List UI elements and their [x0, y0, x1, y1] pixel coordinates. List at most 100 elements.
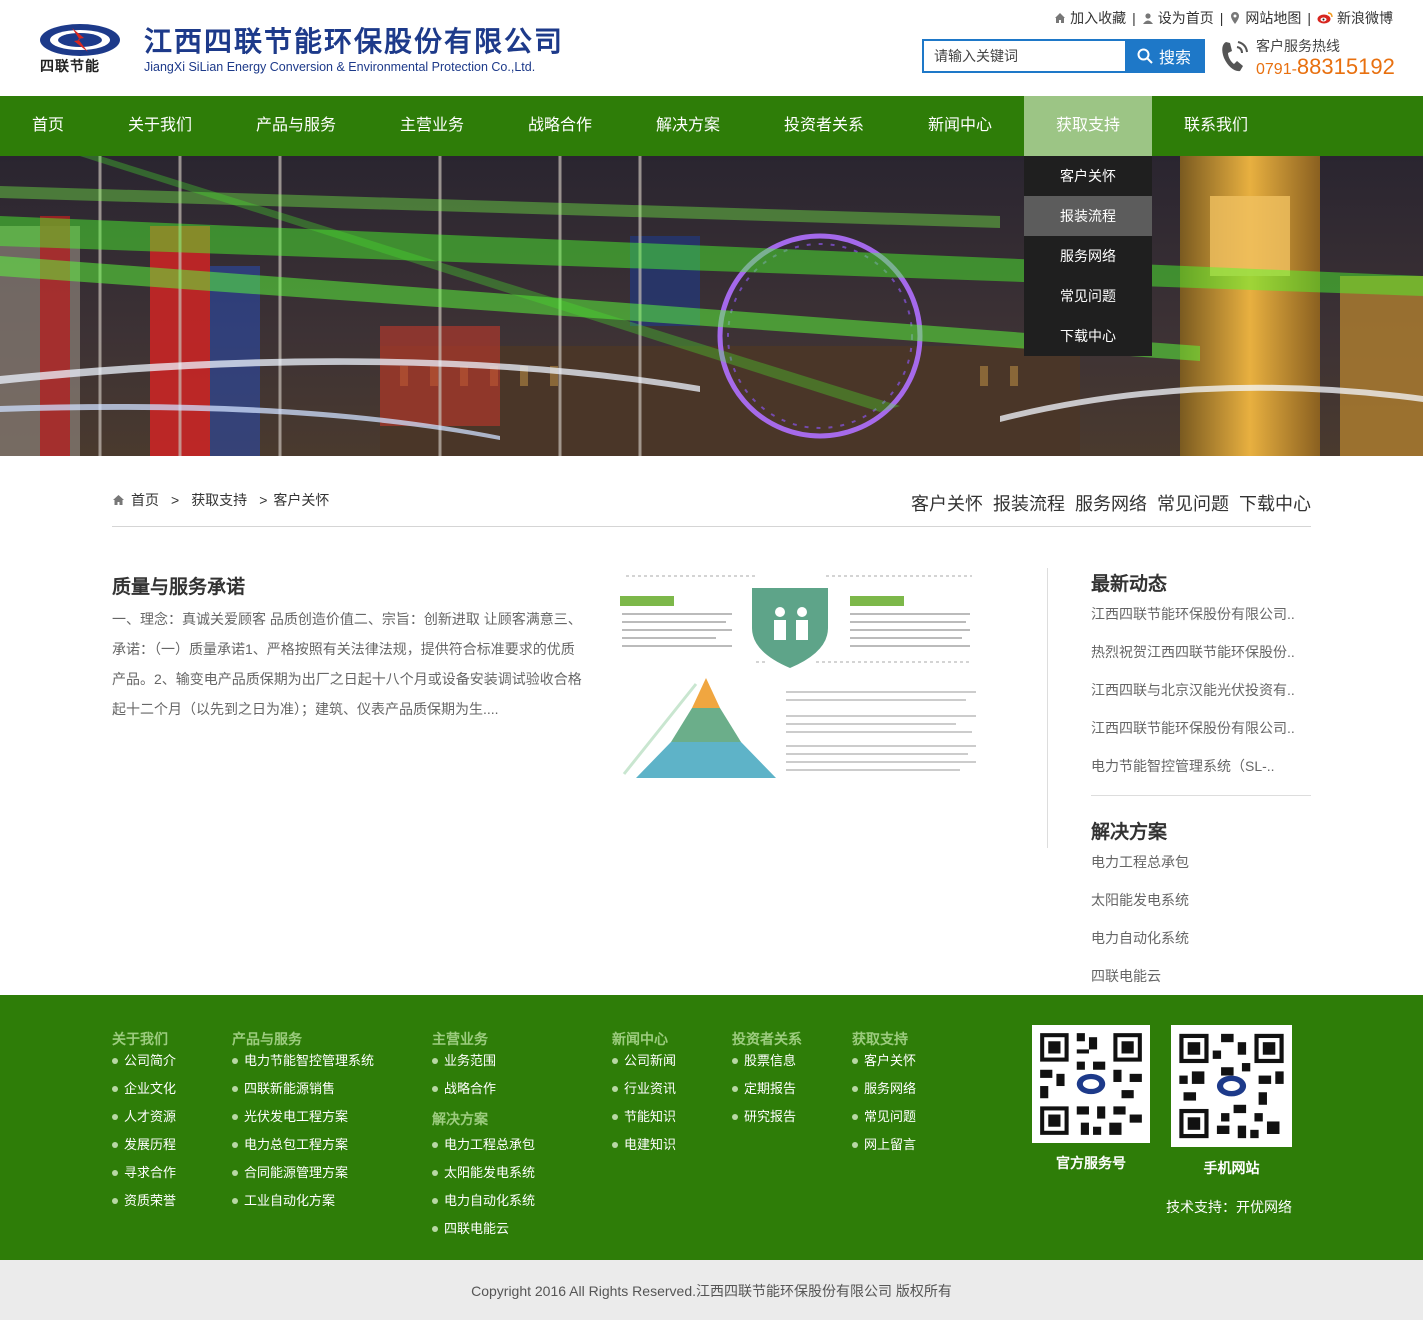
- footer-link[interactable]: 业务范围: [432, 1047, 535, 1075]
- nav-solutions[interactable]: 解决方案: [624, 96, 752, 156]
- news-item[interactable]: 江西四联节能环保股份有限公司..: [1091, 595, 1311, 633]
- add-favorite-link[interactable]: 加入收藏: [1054, 8, 1126, 28]
- breadcrumb-separator: >: [171, 492, 180, 508]
- latest-news-title: 最新动态: [1091, 574, 1168, 595]
- copyright-bar: Copyright 2016 All Rights Reserved.江西四联节…: [0, 1260, 1423, 1320]
- footer-link[interactable]: 电力自动化系统: [432, 1187, 535, 1215]
- footer-link[interactable]: 客户关怀: [852, 1047, 916, 1075]
- dropdown-faq[interactable]: 常见问题: [1024, 276, 1152, 316]
- footer-col-support: 获取支持 客户关怀 服务网络 常见问题 网上留言: [852, 1029, 916, 1159]
- dropdown-downloads[interactable]: 下载中心: [1024, 316, 1152, 356]
- footer-link[interactable]: 太阳能发电系统: [432, 1159, 535, 1187]
- wechat-qr-code: [1032, 1025, 1150, 1143]
- footer-heading[interactable]: 产品与服务: [232, 1029, 374, 1047]
- footer-heading[interactable]: 关于我们: [112, 1029, 176, 1047]
- footer-link[interactable]: 常见问题: [852, 1103, 916, 1131]
- footer-link[interactable]: 合同能源管理方案: [232, 1159, 374, 1187]
- footer-link[interactable]: 寻求合作: [112, 1159, 176, 1187]
- support-dropdown: 客户关怀 报装流程 服务网络 常见问题 下载中心: [1024, 156, 1152, 356]
- subnav-customer-care[interactable]: 客户关怀: [911, 490, 983, 516]
- banner-image: [0, 156, 1423, 456]
- footer-link[interactable]: 电力总包工程方案: [232, 1131, 374, 1159]
- site-header: 四联节能 江西四联节能环保股份有限公司 JiangXi SiLian Energ…: [0, 0, 1423, 96]
- footer-heading[interactable]: 获取支持: [852, 1029, 916, 1047]
- subnav-service-network[interactable]: 服务网络: [1075, 490, 1147, 516]
- footer-link[interactable]: 电建知识: [612, 1131, 676, 1159]
- footer-link[interactable]: 行业资讯: [612, 1075, 676, 1103]
- nav-business[interactable]: 主营业务: [368, 96, 496, 156]
- search-input[interactable]: [924, 41, 1125, 71]
- footer-link[interactable]: 四联电能云: [432, 1215, 535, 1243]
- hotline-label: 客户服务热线: [1256, 38, 1340, 54]
- footer-link[interactable]: 公司简介: [112, 1047, 176, 1075]
- footer-link[interactable]: 电力工程总承包: [432, 1131, 535, 1159]
- sitemap-link[interactable]: 网站地图: [1229, 8, 1301, 28]
- tech-support-text[interactable]: 技术支持：开优网络: [1166, 1197, 1292, 1217]
- footer-link[interactable]: 电力节能智控管理系统: [232, 1047, 374, 1075]
- article-title[interactable]: 质量与服务承诺: [112, 572, 245, 599]
- subnav-faq[interactable]: 常见问题: [1157, 490, 1229, 516]
- footer-link[interactable]: 节能知识: [612, 1103, 676, 1131]
- subnav-downloads[interactable]: 下载中心: [1239, 490, 1311, 516]
- weibo-link[interactable]: 新浪微博: [1317, 8, 1393, 28]
- footer-link[interactable]: 公司新闻: [612, 1047, 676, 1075]
- logo-text: 四联节能: [40, 59, 100, 75]
- footer-link[interactable]: 定期报告: [732, 1075, 802, 1103]
- separator: |: [1219, 10, 1224, 26]
- customer-hotline: 客户服务热线 0791-88315192: [1220, 34, 1400, 80]
- breadcrumb-home[interactable]: 首页: [131, 490, 159, 510]
- footer-heading[interactable]: 解决方案: [432, 1109, 535, 1131]
- nav-investors[interactable]: 投资者关系: [752, 96, 896, 156]
- dropdown-service-network[interactable]: 服务网络: [1024, 236, 1152, 276]
- footer-col-news: 新闻中心 公司新闻 行业资讯 节能知识 电建知识: [612, 1029, 676, 1159]
- solution-item[interactable]: 电力工程总承包: [1091, 843, 1311, 881]
- footer-link[interactable]: 企业文化: [112, 1075, 176, 1103]
- footer-link[interactable]: 网上留言: [852, 1131, 916, 1159]
- subnav-installation-process[interactable]: 报装流程: [993, 490, 1065, 516]
- footer-link[interactable]: 四联新能源销售: [232, 1075, 374, 1103]
- user-icon: [1142, 13, 1153, 24]
- news-item[interactable]: 热烈祝贺江西四联节能环保股份..: [1091, 633, 1311, 671]
- footer-link[interactable]: 工业自动化方案: [232, 1187, 374, 1215]
- footer-heading[interactable]: 主营业务: [432, 1029, 535, 1047]
- footer-link[interactable]: 战略合作: [432, 1075, 535, 1103]
- breadcrumb-support[interactable]: 获取支持: [191, 490, 247, 510]
- dropdown-customer-care[interactable]: 客户关怀: [1024, 156, 1152, 196]
- footer-link[interactable]: 光伏发电工程方案: [232, 1103, 374, 1131]
- news-item[interactable]: 电力节能智控管理系统（SL-..: [1091, 747, 1311, 785]
- nav-support[interactable]: 获取支持: [1024, 96, 1152, 156]
- footer-link[interactable]: 资质荣誉: [112, 1187, 176, 1215]
- footer-link[interactable]: 股票信息: [732, 1047, 802, 1075]
- set-homepage-link[interactable]: 设为首页: [1142, 8, 1214, 28]
- solution-item[interactable]: 太阳能发电系统: [1091, 881, 1311, 919]
- nav-about[interactable]: 关于我们: [96, 96, 224, 156]
- nav-news[interactable]: 新闻中心: [896, 96, 1024, 156]
- search-button[interactable]: 搜索: [1125, 41, 1203, 71]
- footer-heading[interactable]: 新闻中心: [612, 1029, 676, 1047]
- hero-banner: [0, 156, 1423, 456]
- solution-item[interactable]: 电力自动化系统: [1091, 919, 1311, 957]
- footer-heading[interactable]: 投资者关系: [732, 1029, 802, 1047]
- news-item[interactable]: 江西四联与北京汉能光伏投资有..: [1091, 671, 1311, 709]
- news-item[interactable]: 江西四联节能环保股份有限公司..: [1091, 709, 1311, 747]
- nav-cooperation[interactable]: 战略合作: [496, 96, 624, 156]
- footer-col-products: 产品与服务 电力节能智控管理系统 四联新能源销售 光伏发电工程方案 电力总包工程…: [232, 1029, 374, 1215]
- solution-item[interactable]: 四联电能云: [1091, 957, 1311, 995]
- vertical-divider: [1047, 568, 1048, 848]
- mobile-site-qr-code: [1171, 1025, 1292, 1147]
- nav-products[interactable]: 产品与服务: [224, 96, 368, 156]
- main-nav: 首页 关于我们 产品与服务 主营业务 战略合作 解决方案 投资者关系 新闻中心 …: [0, 96, 1423, 156]
- latest-news-list: 江西四联节能环保股份有限公司.. 热烈祝贺江西四联节能环保股份.. 江西四联与北…: [1091, 595, 1311, 785]
- footer-link[interactable]: 研究报告: [732, 1103, 802, 1131]
- qr-label-mobile: 手机网站: [1203, 1160, 1260, 1176]
- nav-contact[interactable]: 联系我们: [1152, 96, 1280, 156]
- map-pin-icon: [1231, 12, 1240, 24]
- nav-home[interactable]: 首页: [0, 96, 96, 156]
- footer-col-investors: 投资者关系 股票信息 定期报告 研究报告: [732, 1029, 802, 1131]
- dropdown-installation-process[interactable]: 报装流程: [1024, 196, 1152, 236]
- footer-link[interactable]: 服务网络: [852, 1075, 916, 1103]
- footer-link[interactable]: 发展历程: [112, 1131, 176, 1159]
- site-footer: 关于我们 公司简介 企业文化 人才资源 发展历程 寻求合作 资质荣誉 产品与服务…: [0, 995, 1423, 1260]
- set-homepage-label: 设为首页: [1157, 10, 1214, 26]
- footer-link[interactable]: 人才资源: [112, 1103, 176, 1131]
